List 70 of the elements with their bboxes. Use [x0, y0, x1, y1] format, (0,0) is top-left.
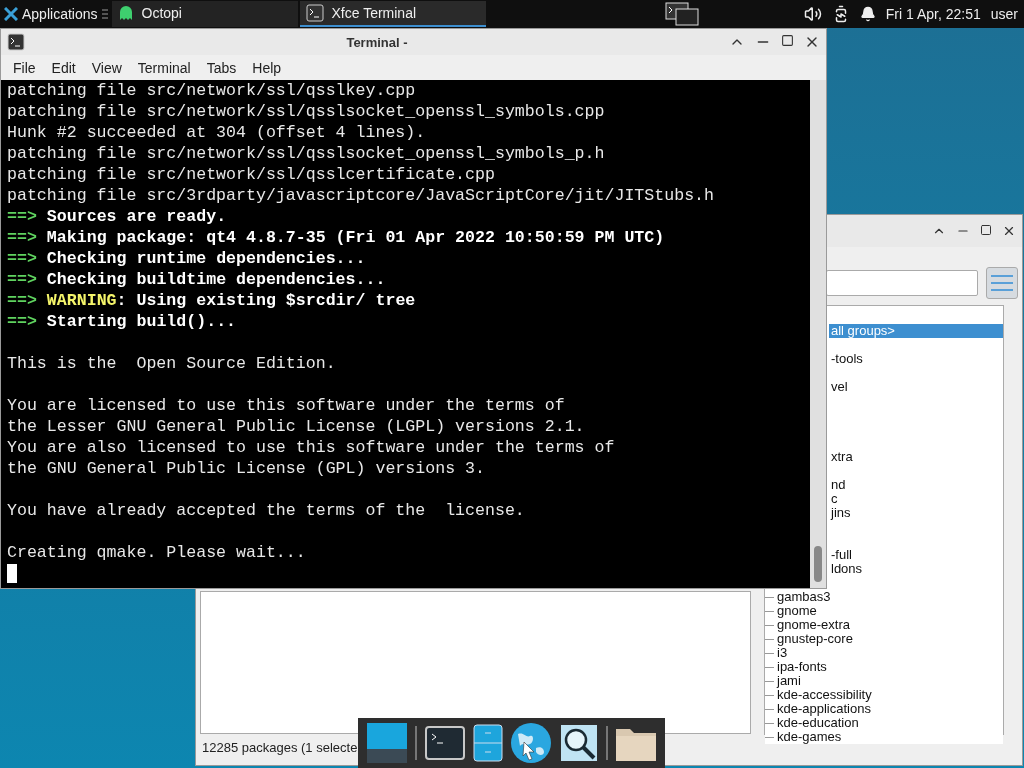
menu-item[interactable]: File — [5, 59, 44, 76]
text-cursor — [7, 564, 17, 583]
output-line: the Lesser GNU General Public License (LGPL) versions 2.1. — [7, 416, 586, 437]
output-line: patching file src/network/ssl/qsslsocket_openssl_symbols_p.h — [7, 143, 606, 164]
output-line: ==> Checking buildtime dependencies... — [7, 269, 387, 290]
group-item[interactable]: gnustep-core — [765, 632, 1003, 646]
group-item[interactable]: kde-accessibility — [765, 688, 1003, 702]
output-line: You are also licensed to use this software under the terms of — [7, 437, 616, 458]
output-line: the GNU General Public License (GPL) versions 3. — [7, 458, 486, 479]
group-item[interactable]: ipa-fonts — [765, 660, 1003, 674]
group-item[interactable]: -full — [829, 548, 1003, 562]
clock[interactable]: Fri 1 Apr, 22:51 — [885, 6, 981, 22]
output-line: patching file src/3rdparty/javascriptcore/JavaScriptCore/jit/JITStubs.h — [7, 185, 715, 206]
output-line: ==> Starting build()... — [7, 311, 238, 332]
group-item[interactable]: kde-applications — [765, 702, 1003, 716]
terminal-icon[interactable] — [425, 726, 466, 760]
show-desktop-icon[interactable] — [365, 722, 408, 764]
group-item[interactable]: gnome — [765, 604, 1003, 618]
applications-menu[interactable]: Applications — [0, 0, 102, 28]
group-item[interactable]: kde-education — [765, 716, 1003, 730]
bell-icon[interactable] — [859, 6, 876, 22]
output-line: patching file src/network/ssl/qsslcertificate.cpp — [7, 164, 496, 185]
group-item[interactable]: nd — [829, 478, 1003, 492]
taskbar-button[interactable]: Xfce Terminal — [299, 1, 486, 27]
xfce-icon — [4, 7, 18, 21]
window-title: Terminal - — [345, 34, 409, 50]
maximize-icon[interactable] — [781, 34, 794, 47]
group-item[interactable]: -tools — [829, 352, 1003, 366]
search-field[interactable] — [826, 270, 978, 296]
handle-icon — [101, 8, 108, 20]
terminal-icon — [305, 4, 324, 22]
output-line: ==> WARNING: Using existing $srcdir/ tree — [7, 290, 417, 311]
volume-icon[interactable] — [803, 5, 822, 23]
user-name[interactable]: user — [990, 6, 1018, 22]
output-line: ==> Sources are ready. — [7, 206, 228, 227]
taskbar-button[interactable]: Octopi — [111, 1, 298, 27]
output-line: Hunk #2 succeeded at 304 (offset 4 lines). — [7, 122, 427, 143]
scrollbar[interactable] — [810, 80, 826, 588]
menu-item[interactable]: View — [83, 59, 130, 76]
group-item[interactable]: vel — [829, 380, 1003, 394]
group-item[interactable]: jins — [829, 506, 1003, 520]
menu-item[interactable]: Tabs — [198, 59, 245, 76]
maximize-icon[interactable] — [980, 224, 992, 236]
output-line: patching file src/network/ssl/qsslsocket_openssl_symbols.cpp — [7, 101, 606, 122]
output-line: Creating qmake. Please wait... — [7, 542, 307, 563]
group-item[interactable]: gnome-extra — [765, 618, 1003, 632]
menu-icon — [990, 273, 1014, 293]
menu-item[interactable]: Edit — [43, 59, 84, 76]
output-line: You are licensed to use this software under the terms of — [7, 395, 566, 416]
output-line: patching file src/network/ssl/qsslkey.cpp — [7, 80, 417, 101]
group-item[interactable]: xtra — [829, 450, 1003, 464]
group-item[interactable]: gambas3 — [765, 590, 1003, 604]
group-item[interactable]: kde-games — [765, 730, 1003, 744]
group-item[interactable]: jami — [765, 674, 1003, 688]
menu-item[interactable]: Terminal — [129, 59, 199, 76]
output-line: ==> Making package: qt4 4.8.7-35 (Fri 01 Apr 2022 10:50:59 PM UTC) — [7, 227, 666, 248]
globe-icon[interactable] — [510, 722, 553, 764]
ghost-icon — [117, 5, 134, 21]
output-line: You have already accepted the terms of the license. — [7, 500, 526, 521]
file-cabinet-icon[interactable] — [472, 724, 503, 762]
group-item[interactable]: i3 — [765, 646, 1003, 660]
close-icon[interactable] — [1002, 224, 1016, 238]
output-line: This is the Open Source Edition. — [7, 353, 337, 374]
group-item[interactable]: c — [829, 492, 1003, 506]
terminal-icon — [7, 33, 25, 51]
search-icon[interactable] — [559, 724, 598, 762]
output-line: ==> Checking runtime dependencies... — [7, 248, 367, 269]
menu-item[interactable]: Help — [244, 59, 290, 76]
group-item[interactable]: ldons — [829, 562, 1003, 576]
status-text: 12285 packages (1 selecte — [202, 740, 358, 755]
